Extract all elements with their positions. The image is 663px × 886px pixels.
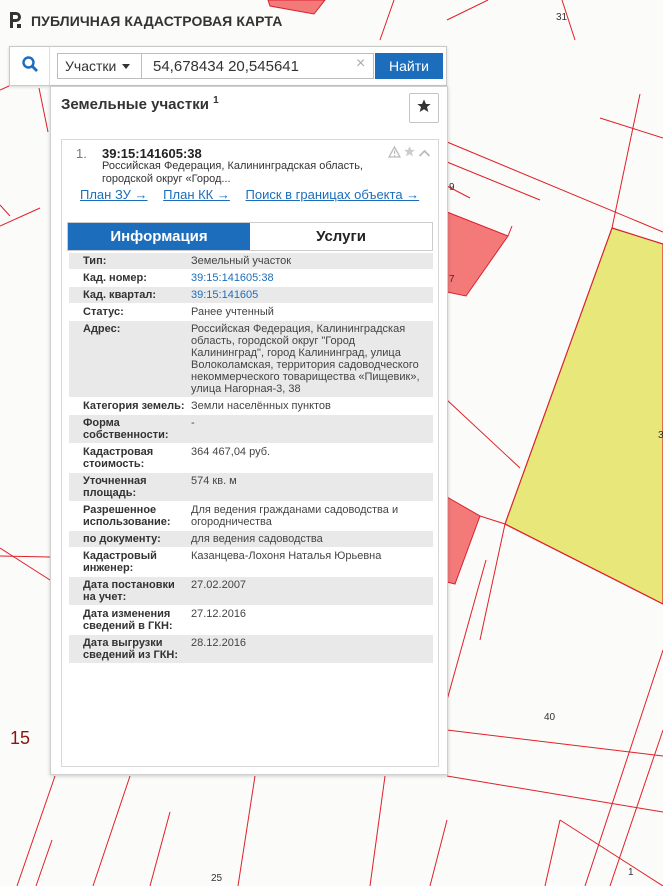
info-row: Дата изменения сведений в ГКН: 27.12.201… bbox=[69, 606, 433, 635]
info-value: Для ведения гражданами садоводства и ого… bbox=[191, 504, 399, 528]
app-title: ПУБЛИЧНАЯ КАДАСТРОВАЯ КАРТА bbox=[31, 13, 283, 29]
info-row: Категория земель: Земли населённых пункт… bbox=[69, 398, 433, 415]
app-header[interactable]: ПУБЛИЧНАЯ КАДАСТРОВАЯ КАРТА bbox=[8, 10, 282, 32]
result-address-short: Российская Федерация, Калининградская об… bbox=[102, 160, 363, 185]
caret-down-icon bbox=[122, 63, 131, 69]
search-bar: Участки × Найти bbox=[9, 46, 447, 86]
info-value: Земельный участок bbox=[191, 255, 292, 267]
chevron-up-icon[interactable] bbox=[418, 145, 431, 163]
clear-icon[interactable]: × bbox=[356, 55, 365, 73]
map-label: 25 bbox=[211, 873, 223, 884]
info-row: Уточненная площадь: 574 кв. м bbox=[69, 473, 433, 502]
panel-title-text: Земельные участки bbox=[61, 96, 209, 113]
info-value: 27.12.2016 bbox=[191, 608, 247, 620]
info-label: Кадастровая стоимость: bbox=[83, 446, 154, 470]
info-label: Категория земель: bbox=[83, 400, 185, 412]
info-value: Земли населённых пунктов bbox=[191, 400, 331, 412]
plan-zu-link[interactable]: План ЗУ → bbox=[80, 187, 148, 202]
info-value: 574 кв. м bbox=[191, 475, 237, 487]
info-row: Форма собственности: - bbox=[69, 415, 433, 444]
info-label: Адрес: bbox=[83, 323, 121, 335]
info-label: Кад. квартал: bbox=[83, 289, 157, 301]
info-row: Адрес: Российская Федерация, Калининград… bbox=[69, 321, 433, 398]
info-row: Тип: Земельный участок bbox=[69, 253, 433, 270]
info-row: Кад. номер: 39:15:141605:38 bbox=[69, 270, 433, 287]
result-count: 1 bbox=[213, 95, 219, 106]
card-actions bbox=[387, 145, 431, 163]
info-table: Тип: Земельный участок Кад. номер: 39:15… bbox=[69, 253, 433, 664]
info-row: Дата постановки на учет: 27.02.2007 bbox=[69, 577, 433, 606]
info-value: Российская Федерация, Калининградская об… bbox=[191, 323, 420, 395]
map-label: 3 bbox=[658, 430, 663, 441]
info-row: Кад. квартал: 39:15:141605 bbox=[69, 287, 433, 304]
info-label: Разрешенное использование: bbox=[83, 504, 171, 528]
result-index: 1. bbox=[76, 146, 87, 161]
info-label: Форма собственности: bbox=[83, 417, 169, 441]
map-label: 9 bbox=[449, 182, 455, 193]
info-value: - bbox=[191, 417, 195, 429]
info-label: Уточненная площадь: bbox=[83, 475, 147, 499]
info-label: Дата изменения сведений в ГКН: bbox=[83, 608, 173, 632]
star-icon bbox=[416, 98, 432, 119]
info-label: Кадастровый инженер: bbox=[83, 550, 157, 574]
find-button[interactable]: Найти bbox=[375, 53, 443, 79]
info-row: Статус: Ранее учтенный bbox=[69, 304, 433, 321]
info-row: по документу: для ведения садоводства bbox=[69, 531, 433, 548]
star-icon[interactable] bbox=[403, 145, 416, 163]
info-label: Тип: bbox=[83, 255, 107, 267]
info-label: по документу: bbox=[83, 533, 161, 545]
info-value: для ведения садоводства bbox=[191, 533, 323, 545]
logo-icon bbox=[8, 11, 24, 32]
map-label: 1 bbox=[628, 867, 634, 878]
map-label: 31 bbox=[556, 12, 568, 23]
search-in-bounds-link[interactable]: Поиск в границах объекта → bbox=[246, 187, 420, 202]
map-label-large: 15 bbox=[10, 728, 31, 748]
info-value-link[interactable]: 39:15:141605:38 bbox=[189, 270, 433, 286]
panel-title: Земельные участки 1 bbox=[61, 95, 219, 113]
info-row: Разрешенное использование: Для ведения г… bbox=[69, 502, 433, 531]
search-type-label: Участки bbox=[65, 58, 117, 74]
info-label: Дата выгрузки сведений из ГКН: bbox=[83, 637, 179, 661]
search-input[interactable] bbox=[141, 53, 374, 79]
search-type-dropdown[interactable]: Участки bbox=[57, 53, 142, 79]
tab-services[interactable]: Услуги bbox=[250, 223, 432, 250]
tab-info[interactable]: Информация bbox=[68, 223, 250, 250]
favorites-button[interactable] bbox=[409, 93, 439, 123]
result-card: 1. 39:15:141605:38 Российская Федерация,… bbox=[61, 139, 439, 767]
info-value: 27.02.2007 bbox=[191, 579, 247, 591]
info-value: 364 467,04 руб. bbox=[191, 446, 271, 458]
info-label: Статус: bbox=[83, 306, 124, 318]
result-tabs: Информация Услуги bbox=[67, 222, 433, 251]
map-label: 40 bbox=[544, 712, 556, 723]
info-label: Дата постановки на учет: bbox=[83, 579, 175, 603]
search-icon bbox=[21, 55, 38, 77]
plan-kk-link[interactable]: План КК → bbox=[163, 187, 230, 202]
map-label: 7 bbox=[449, 274, 455, 285]
info-value: Казанцева-Лохоня Наталья Юрьевна bbox=[191, 550, 382, 562]
info-value: Ранее учтенный bbox=[191, 306, 274, 318]
info-row: Кадастровый инженер: Казанцева-Лохоня На… bbox=[69, 548, 433, 577]
info-value: 28.12.2016 bbox=[191, 637, 247, 649]
info-row: Дата выгрузки сведений из ГКН: 28.12.201… bbox=[69, 635, 433, 664]
result-links: План ЗУ → План КК → Поиск в границах объ… bbox=[68, 188, 428, 202]
results-panel: Земельные участки 1 1. 39:15:141605:38 Р… bbox=[50, 86, 448, 775]
info-value-link[interactable]: 39:15:141605 bbox=[189, 287, 433, 303]
info-label: Кад. номер: bbox=[83, 272, 147, 284]
result-cad-number[interactable]: 39:15:141605:38 bbox=[102, 146, 202, 161]
search-button[interactable] bbox=[10, 47, 50, 85]
info-row: Кадастровая стоимость: 364 467,04 руб. bbox=[69, 444, 433, 473]
